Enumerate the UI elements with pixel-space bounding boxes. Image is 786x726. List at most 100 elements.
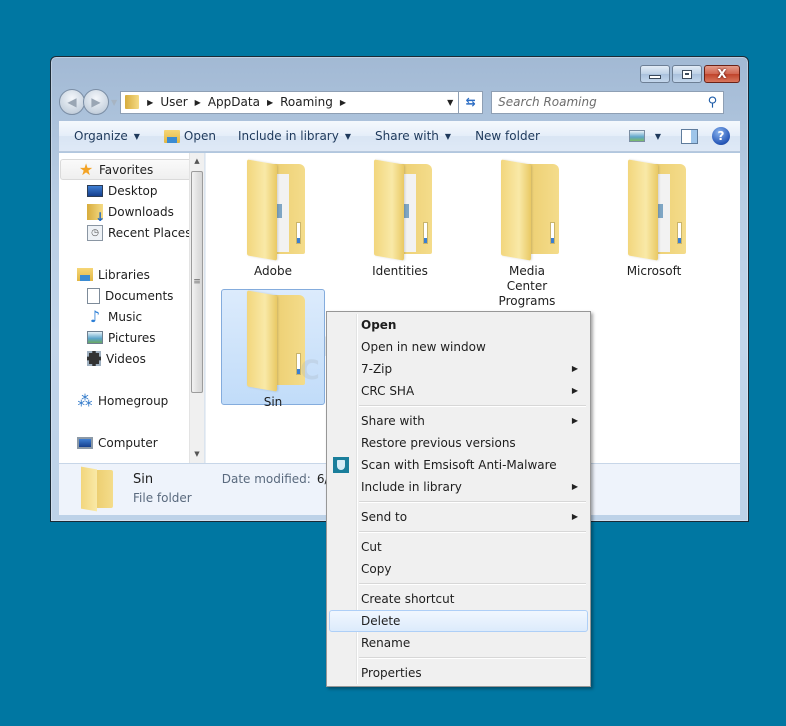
close-button[interactable]: X bbox=[704, 65, 740, 83]
star-icon: ★ bbox=[78, 160, 94, 179]
new-folder-label: New folder bbox=[475, 129, 540, 143]
sidebar-item-label: Pictures bbox=[108, 330, 156, 345]
folder-name: Sin bbox=[263, 395, 283, 409]
menu-item-label: Rename bbox=[361, 636, 411, 650]
address-bar[interactable]: ▶ User ▶ AppData ▶ Roaming ▶ ▼ bbox=[120, 90, 460, 114]
refresh-icon: ⇆ bbox=[465, 95, 476, 109]
open-folder-icon bbox=[163, 129, 180, 143]
menu-item-cut[interactable]: Cut bbox=[329, 536, 588, 558]
close-icon: X bbox=[717, 67, 727, 81]
search-box[interactable]: ⚲ bbox=[491, 90, 725, 114]
menu-item-label: Open in new window bbox=[361, 340, 486, 354]
menu-item-send-to[interactable]: Send to ▶ bbox=[329, 506, 588, 528]
folder-name: Media Center Programs bbox=[498, 264, 556, 308]
menu-item-label: Send to bbox=[361, 510, 408, 524]
details-name: Sin bbox=[133, 472, 154, 487]
open-button[interactable]: Open bbox=[156, 121, 224, 151]
folder-item-media-center-programs[interactable]: Media Center Programs bbox=[475, 159, 579, 308]
breadcrumb-roaming[interactable]: Roaming bbox=[280, 95, 333, 109]
preview-pane-icon[interactable] bbox=[681, 128, 698, 144]
scrollbar-thumb[interactable]: ≡ bbox=[191, 171, 203, 393]
sidebar-item-desktop[interactable]: Desktop bbox=[59, 180, 205, 201]
menu-item-label: Cut bbox=[361, 540, 382, 554]
menu-item-rename[interactable]: Rename bbox=[329, 632, 588, 654]
menu-item-label: Share with bbox=[361, 414, 425, 428]
scroll-down-arrow-icon[interactable]: ▼ bbox=[190, 446, 204, 463]
menu-item-restore-previous-versions[interactable]: Restore previous versions bbox=[329, 432, 588, 454]
menu-item-label: Restore previous versions bbox=[361, 436, 516, 450]
search-input[interactable] bbox=[498, 95, 708, 109]
chevron-down-icon: ▼ bbox=[133, 131, 140, 141]
folder-icon bbox=[125, 95, 140, 109]
change-view-icon[interactable] bbox=[628, 130, 645, 142]
share-with-button[interactable]: Share with ▼ bbox=[367, 121, 459, 151]
navigation-scrollbar[interactable]: ▲ ≡ ▼ bbox=[189, 153, 205, 463]
breadcrumb-user[interactable]: User bbox=[160, 95, 187, 109]
menu-item-include-in-library[interactable]: Include in library ▶ bbox=[329, 476, 588, 498]
menu-item-label: Copy bbox=[361, 562, 392, 576]
sidebar-item-label: Videos bbox=[106, 351, 146, 366]
maximize-button[interactable] bbox=[672, 65, 702, 83]
chevron-right-icon[interactable]: ▶ bbox=[340, 98, 346, 107]
new-folder-button[interactable]: New folder bbox=[467, 121, 548, 151]
help-icon[interactable]: ? bbox=[712, 127, 730, 145]
back-button[interactable]: ◀ bbox=[59, 89, 85, 115]
share-with-label: Share with bbox=[375, 129, 439, 143]
address-history-dropdown[interactable]: ▼ bbox=[442, 98, 458, 107]
folder-item-sin[interactable]: Sin bbox=[221, 289, 325, 409]
sidebar-item-documents[interactable]: Documents bbox=[59, 285, 205, 306]
menu-item-open[interactable]: Open bbox=[329, 314, 588, 336]
chevron-right-icon[interactable]: ▶ bbox=[267, 98, 273, 107]
minimize-icon bbox=[649, 75, 661, 79]
sidebar-item-pictures[interactable]: Pictures bbox=[59, 327, 205, 348]
search-icon[interactable]: ⚲ bbox=[708, 95, 718, 110]
folder-icon bbox=[241, 290, 305, 392]
menu-item-label: Open bbox=[361, 318, 397, 332]
shield-icon bbox=[333, 457, 349, 473]
menu-item-copy[interactable]: Copy bbox=[329, 558, 588, 580]
sidebar-item-homegroup[interactable]: ⁂ Homegroup bbox=[59, 390, 205, 411]
sidebar-item-computer[interactable]: Computer bbox=[59, 432, 205, 453]
menu-item-delete[interactable]: Delete bbox=[329, 610, 588, 632]
sidebar-item-label: Music bbox=[108, 309, 143, 324]
menu-item-create-shortcut[interactable]: Create shortcut bbox=[329, 588, 588, 610]
menu-item-share-with[interactable]: Share with ▶ bbox=[329, 410, 588, 432]
recent-places-icon: ◷ bbox=[87, 224, 103, 241]
folder-item-identities[interactable]: Identities bbox=[348, 159, 452, 278]
menu-item-open-in-new-window[interactable]: Open in new window bbox=[329, 336, 588, 358]
sidebar-item-label: Computer bbox=[98, 435, 158, 450]
refresh-button[interactable]: ⇆ bbox=[459, 90, 484, 114]
folder-item-adobe[interactable]: Adobe bbox=[221, 159, 325, 278]
recent-pages-dropdown[interactable]: ▼ bbox=[111, 98, 117, 107]
organize-button[interactable]: Organize ▼ bbox=[59, 121, 148, 151]
folder-item-microsoft[interactable]: Microsoft bbox=[602, 159, 706, 278]
sidebar-item-recent-places[interactable]: ◷ Recent Places bbox=[59, 222, 205, 243]
include-in-library-button[interactable]: Include in library ▼ bbox=[230, 121, 359, 151]
menu-item-crc-sha[interactable]: CRC SHA ▶ bbox=[329, 380, 588, 402]
sidebar-item-videos[interactable]: Videos bbox=[59, 348, 205, 369]
sidebar-item-downloads[interactable]: Downloads bbox=[59, 201, 205, 224]
sidebar-item-libraries[interactable]: Libraries bbox=[59, 264, 205, 285]
folder-name: Identities bbox=[372, 264, 428, 278]
caption-buttons: X bbox=[640, 65, 740, 83]
menu-item-properties[interactable]: Properties bbox=[329, 662, 588, 684]
sidebar-item-label: Desktop bbox=[108, 183, 158, 198]
sidebar-item-music[interactable]: ♪ Music bbox=[59, 306, 205, 327]
navigation-bar: ◀ ▶ ▼ ▶ User ▶ AppData ▶ Roaming ▶ ▼ ⇆ ⚲ bbox=[59, 89, 740, 115]
chevron-down-icon[interactable]: ▼ bbox=[655, 132, 661, 141]
scroll-up-arrow-icon[interactable]: ▲ bbox=[190, 153, 204, 170]
forward-button[interactable]: ▶ bbox=[83, 89, 109, 115]
sidebar-item-favorites[interactable]: ★ Favorites bbox=[60, 159, 198, 180]
chevron-right-icon[interactable]: ▶ bbox=[147, 98, 153, 107]
sidebar-item-label: Favorites bbox=[99, 162, 154, 177]
menu-item-7zip[interactable]: 7-Zip ▶ bbox=[329, 358, 588, 380]
date-modified-label: Date modified: bbox=[221, 472, 311, 486]
menu-item-scan-emsisoft[interactable]: Scan with Emsisoft Anti-Malware bbox=[329, 454, 588, 476]
minimize-button[interactable] bbox=[640, 65, 670, 83]
breadcrumb-appdata[interactable]: AppData bbox=[208, 95, 260, 109]
libraries-icon bbox=[77, 268, 93, 281]
forward-arrow-icon: ▶ bbox=[91, 95, 101, 109]
computer-icon bbox=[77, 436, 93, 449]
folder-icon bbox=[241, 159, 305, 261]
chevron-right-icon[interactable]: ▶ bbox=[195, 98, 201, 107]
